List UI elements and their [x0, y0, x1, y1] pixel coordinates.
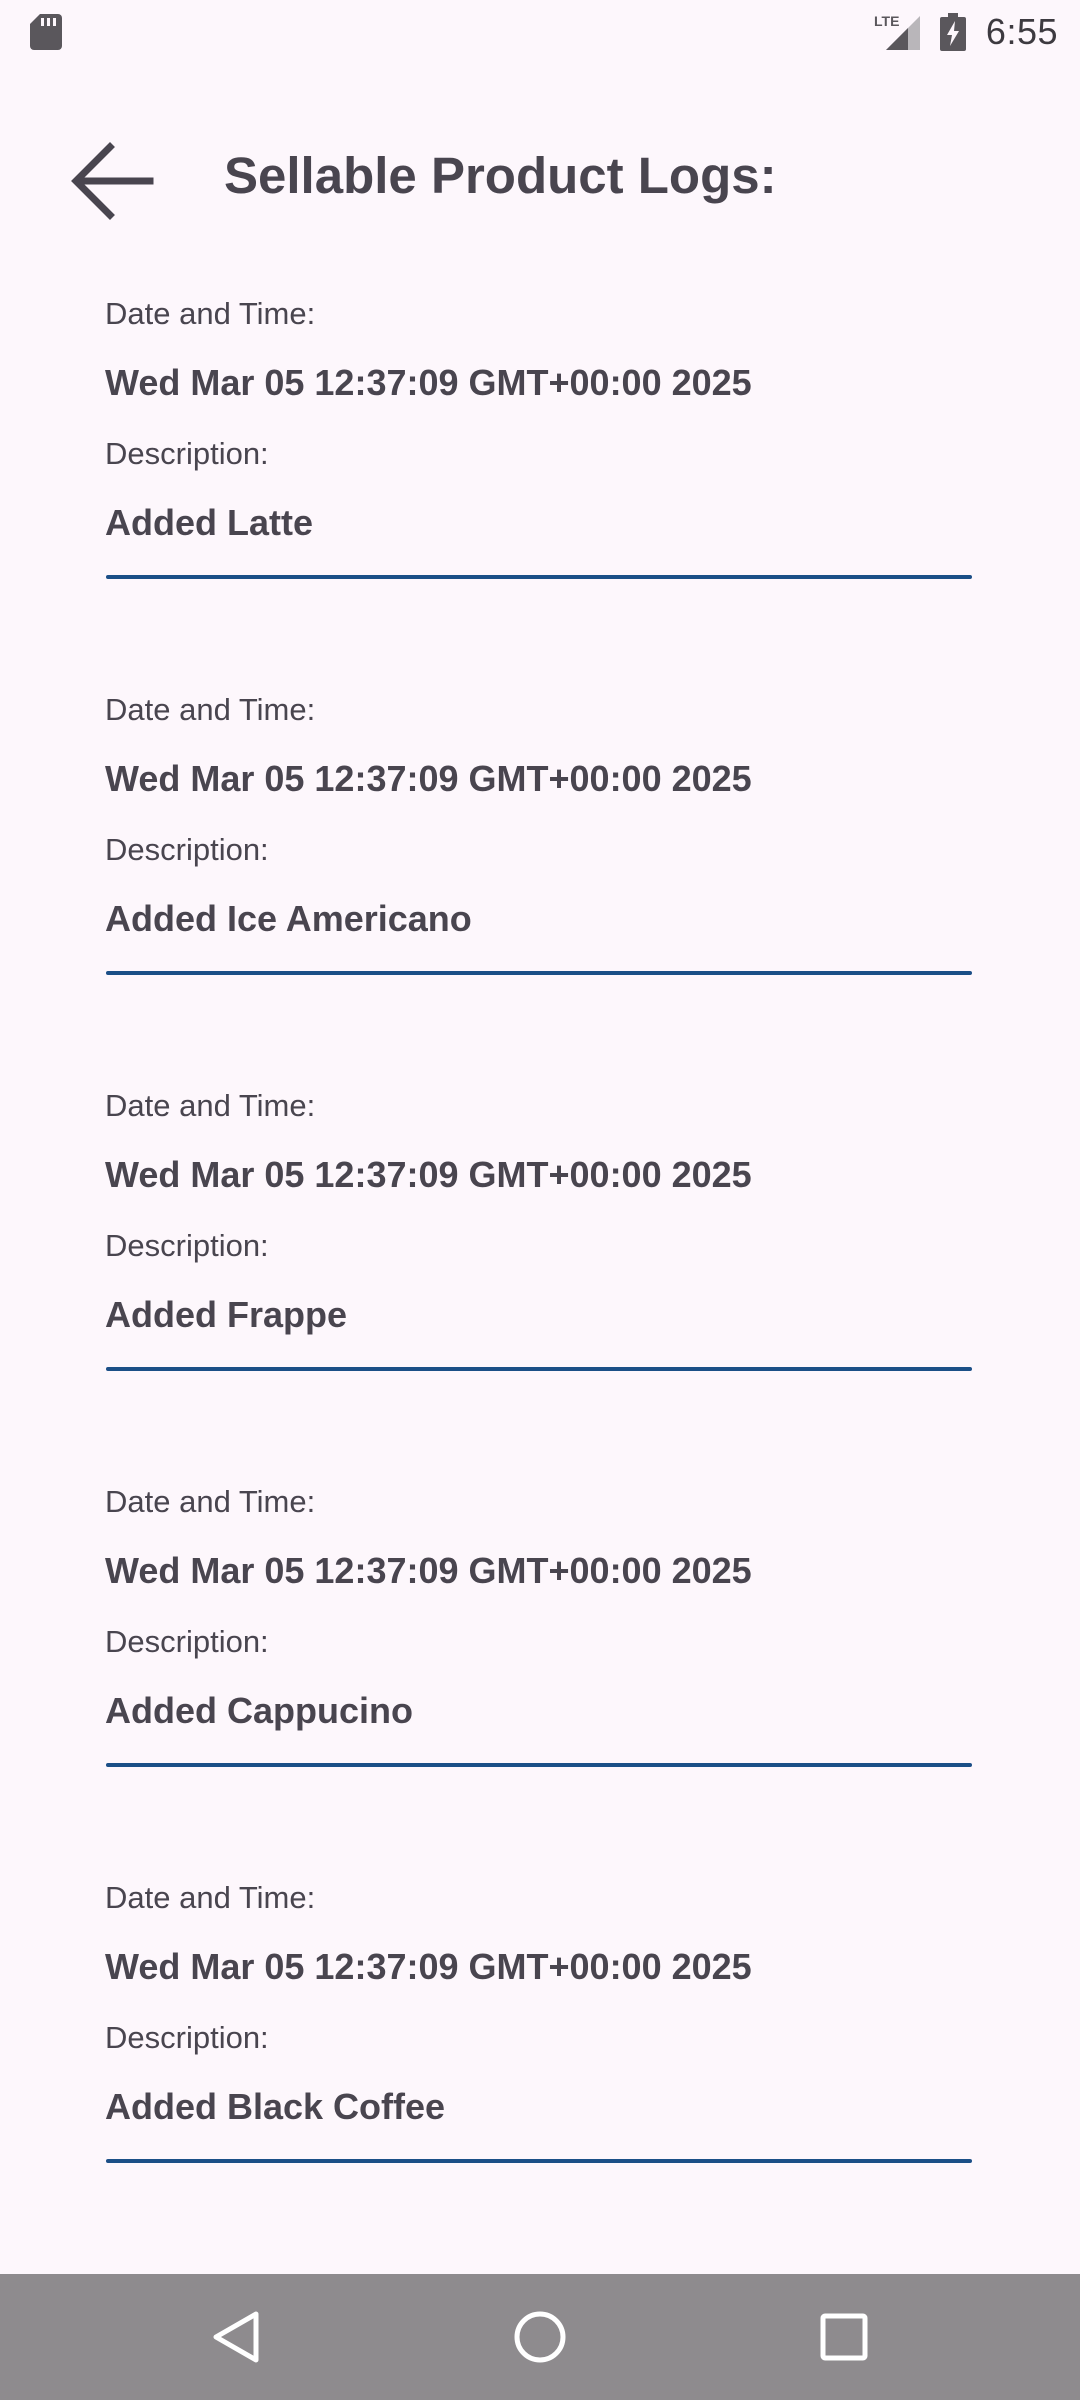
description-label: Description:: [105, 436, 269, 471]
entry-divider: [106, 575, 972, 579]
description-value: Added Cappucino: [105, 1690, 413, 1731]
lte-signal-icon: LTE: [874, 13, 920, 50]
date-time-value: Wed Mar 05 12:37:09 GMT+00:00 2025: [105, 1550, 752, 1591]
description-label: Description:: [105, 2020, 269, 2055]
description-value: Added Ice Americano: [105, 898, 472, 939]
status-bar: LTE 6:55: [0, 0, 1080, 64]
log-entry: Date and Time: Wed Mar 05 12:37:09 GMT+0…: [0, 1474, 1080, 1870]
date-time-value: Wed Mar 05 12:37:09 GMT+00:00 2025: [105, 758, 752, 799]
date-time-label: Date and Time:: [105, 1484, 316, 1519]
description-value: Added Frappe: [105, 1294, 348, 1335]
arrow-left-icon: [71, 142, 154, 220]
nav-recents-icon: [820, 2313, 868, 2361]
log-entry: Date and Time: Wed Mar 05 12:37:09 GMT+0…: [0, 682, 1080, 1078]
log-entry: Date and Time: Wed Mar 05 12:37:09 GMT+0…: [0, 1078, 1080, 1474]
description-label: Description:: [105, 1624, 269, 1659]
battery-charging-icon: [939, 13, 966, 51]
network-type-label: LTE: [874, 13, 899, 29]
entry-divider: [106, 1763, 972, 1767]
description-value: Added Black Coffee: [105, 2086, 446, 2127]
date-time-label: Date and Time:: [105, 1088, 316, 1123]
nav-home-button[interactable]: [470, 2274, 610, 2400]
system-nav-bar: [0, 2274, 1080, 2400]
nav-recents-button[interactable]: [774, 2274, 914, 2400]
description-value: Added Latte: [105, 502, 314, 543]
log-entry: Date and Time: Wed Mar 05 12:37:09 GMT+0…: [0, 286, 1080, 682]
nav-back-icon: [213, 2311, 259, 2363]
sd-card-icon: [30, 14, 62, 50]
date-time-value: Wed Mar 05 12:37:09 GMT+00:00 2025: [105, 1946, 752, 1987]
status-icons: LTE 6:55: [874, 8, 1058, 56]
date-time-value: Wed Mar 05 12:37:09 GMT+00:00 2025: [105, 362, 752, 403]
nav-home-icon: [514, 2311, 566, 2363]
nav-back-button[interactable]: [166, 2274, 306, 2400]
date-time-label: Date and Time:: [105, 1880, 316, 1915]
back-button[interactable]: [52, 126, 172, 236]
date-time-value: Wed Mar 05 12:37:09 GMT+00:00 2025: [105, 1154, 752, 1195]
status-time: 6:55: [985, 11, 1058, 52]
app-bar: Sellable Product Logs:: [0, 110, 1080, 240]
page-title: Sellable Product Logs:: [224, 147, 777, 204]
log-entry: Date and Time: Wed Mar 05 12:37:09 GMT+0…: [0, 1870, 1080, 2266]
log-list[interactable]: Date and Time: Wed Mar 05 12:37:09 GMT+0…: [0, 286, 1080, 2266]
entry-divider: [106, 1367, 972, 1371]
date-time-label: Date and Time:: [105, 296, 316, 331]
description-label: Description:: [105, 832, 269, 867]
entry-divider: [106, 2159, 972, 2163]
description-label: Description:: [105, 1228, 269, 1263]
date-time-label: Date and Time:: [105, 692, 316, 727]
entry-divider: [106, 971, 972, 975]
